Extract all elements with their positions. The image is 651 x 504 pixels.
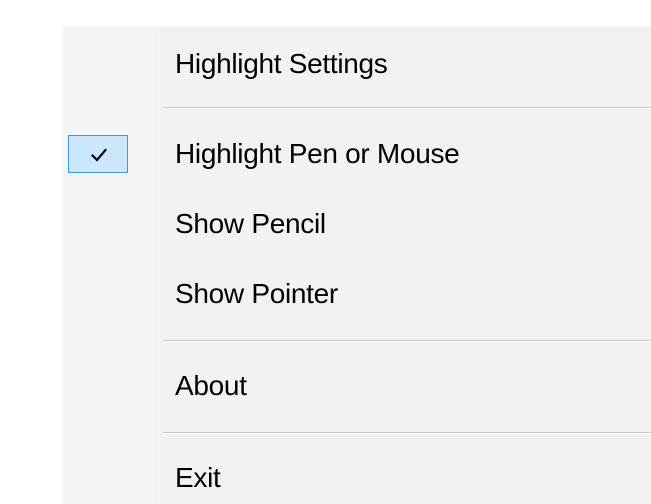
tray-context-menu: Highlight Settings Highlight Pen or Mous… xyxy=(62,26,651,504)
check-highlight xyxy=(68,135,128,173)
menu-item-label: Show Pointer xyxy=(175,278,338,309)
menu-item-label: Highlight Pen or Mouse xyxy=(175,138,460,169)
menu-item-label: Exit xyxy=(175,462,221,493)
menu-item-label: Show Pencil xyxy=(175,208,326,239)
menu-item-label: Highlight Settings xyxy=(175,48,388,79)
menu-separator xyxy=(163,432,651,434)
checkmark-icon xyxy=(91,148,107,162)
menu-icon-column xyxy=(62,26,154,504)
menu-item-show-pencil[interactable]: Show Pencil xyxy=(62,199,651,249)
menu-item-label: About xyxy=(175,370,247,401)
menu-item-show-pointer[interactable]: Show Pointer xyxy=(62,269,651,319)
menu-item-about[interactable]: About xyxy=(62,361,651,411)
menu-item-exit[interactable]: Exit xyxy=(62,453,651,503)
menu-item-highlight-settings[interactable]: Highlight Settings xyxy=(62,39,651,89)
menu-separator xyxy=(163,340,651,342)
menu-separator xyxy=(163,107,651,109)
menu-item-highlight-pen-or-mouse[interactable]: Highlight Pen or Mouse xyxy=(62,129,651,179)
